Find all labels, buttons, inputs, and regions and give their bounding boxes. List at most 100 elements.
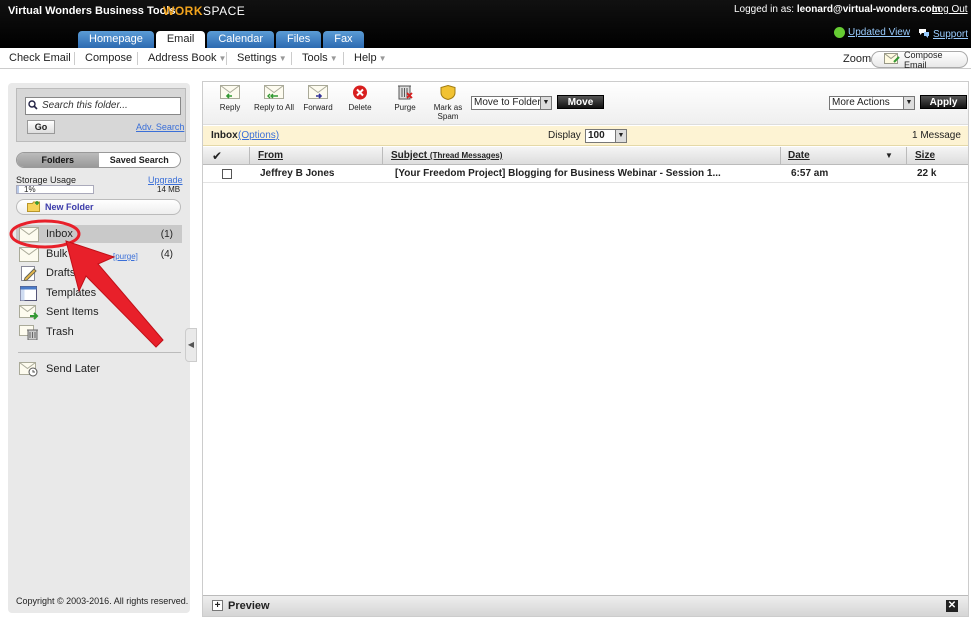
support-link[interactable]: Support — [918, 27, 968, 41]
inbox-count: (1) — [160, 228, 173, 240]
pencil-icon — [19, 265, 39, 282]
help-menu[interactable]: Help ▼ — [354, 52, 387, 64]
message-date: 6:57 am — [791, 168, 829, 179]
go-button[interactable]: Go — [27, 120, 55, 134]
folder-add-icon — [27, 200, 41, 214]
message-subject[interactable]: [Your Freedom Project] Blogging for Busi… — [395, 168, 721, 179]
bulk-mail-count: (4) — [160, 248, 173, 260]
forward-button[interactable]: Forward — [302, 85, 334, 112]
tab-calendar[interactable]: Calendar — [207, 31, 274, 48]
check-email-menu[interactable]: Check Email — [9, 52, 71, 64]
forward-icon — [308, 85, 328, 100]
folder-divider — [18, 352, 181, 353]
tab-fax[interactable]: Fax — [323, 31, 364, 48]
reply-button[interactable]: Reply — [217, 85, 243, 112]
folder-view-toggle: Folders Saved Search — [16, 152, 181, 168]
refresh-icon — [834, 27, 845, 38]
folder-item-trash[interactable]: Trash — [16, 323, 182, 341]
adv-search-link[interactable]: Adv. Search — [136, 122, 184, 132]
reply-all-button[interactable]: Reply to All — [252, 85, 296, 112]
folder-options-link[interactable]: (Options) — [238, 130, 279, 141]
settings-menu[interactable]: Settings ▼ — [237, 52, 287, 64]
tab-folders[interactable]: Folders — [17, 153, 99, 167]
purge-link[interactable]: [purge] — [113, 252, 138, 261]
upgrade-link[interactable]: Upgrade — [148, 175, 183, 185]
message-table-header: ✔ From Subject (Thread Messages) Date ▼ … — [203, 147, 968, 165]
compose-menu[interactable]: Compose — [85, 52, 132, 64]
checkmark-icon[interactable]: ✔ — [212, 149, 222, 163]
brand-title: Virtual Wonders Business Tools — [8, 5, 176, 17]
spam-shield-icon — [438, 84, 458, 101]
folder-item-templates[interactable]: Templates — [16, 284, 182, 302]
chevron-down-icon: ▼ — [278, 54, 287, 63]
folder-item-drafts[interactable]: Drafts — [16, 264, 182, 282]
storage-bar-fill — [17, 186, 19, 193]
expand-icon[interactable]: + — [212, 600, 223, 611]
folder-item-send-later[interactable]: Send Later — [16, 360, 182, 378]
chevron-down-icon: ▼ — [903, 97, 914, 109]
column-date[interactable]: Date — [788, 150, 810, 161]
column-from[interactable]: From — [258, 150, 283, 161]
current-folder-name: Inbox — [211, 130, 238, 141]
storage-percent: 1% — [24, 185, 36, 194]
logout-link[interactable]: Log Out — [932, 4, 968, 15]
message-count: 1 Message — [912, 130, 961, 141]
app-tabs: Homepage Email Calendar Files Fax — [78, 31, 366, 48]
search-input[interactable]: Search this folder... — [25, 97, 181, 115]
folder-item-sent-items[interactable]: Sent Items — [16, 303, 182, 321]
chevron-down-icon: ▼ — [540, 97, 551, 109]
more-actions-select[interactable]: More Actions ▼ — [829, 96, 915, 110]
chevron-down-icon: ▼ — [378, 54, 387, 63]
new-folder-button[interactable]: New Folder — [16, 199, 181, 215]
delete-icon — [350, 85, 370, 100]
chevron-down-icon: ▼ — [615, 130, 626, 142]
sidebar-collapse-handle[interactable]: ◀ — [185, 328, 197, 362]
tab-email[interactable]: Email — [155, 31, 206, 48]
folder-item-bulk-mail[interactable]: Bulk Mail (4) — [16, 245, 182, 263]
envelope-icon — [19, 226, 39, 242]
chevron-left-icon: ◀ — [187, 340, 195, 349]
move-to-folder-select[interactable]: Move to Folder ▼ — [471, 96, 552, 110]
column-subject[interactable]: Subject (Thread Messages) — [391, 150, 502, 161]
display-count-select[interactable]: 100 ▼ — [585, 129, 627, 143]
clock-envelope-icon — [19, 361, 39, 377]
tab-files[interactable]: Files — [275, 31, 322, 48]
logged-in-info: Logged in as: leonard@virtual-wonders.co… — [734, 4, 941, 15]
top-header: Virtual Wonders Business Tools WORKSPACE… — [0, 0, 971, 48]
tab-homepage[interactable]: Homepage — [78, 31, 154, 48]
message-from: Jeffrey B Jones — [260, 168, 335, 179]
purge-button[interactable]: Purge — [393, 85, 417, 112]
copyright-text: Copyright © 2003-2016. All rights reserv… — [16, 596, 189, 606]
search-icon — [28, 100, 38, 110]
envelope-arrow-icon — [19, 304, 39, 320]
compose-icon — [884, 53, 900, 66]
chevron-down-icon: ▼ — [329, 54, 338, 63]
storage-usage-label: Storage Usage — [16, 175, 77, 185]
close-icon[interactable]: ✕ — [946, 600, 958, 612]
updated-view-link[interactable]: Updated View — [834, 27, 910, 38]
delete-button[interactable]: Delete — [348, 85, 372, 112]
preview-label: Preview — [228, 600, 270, 612]
move-button[interactable]: Move — [557, 95, 604, 109]
column-size[interactable]: Size — [915, 150, 935, 161]
address-book-menu[interactable]: Address Book ▼ — [148, 52, 226, 64]
workspace-logo: WORKSPACE — [163, 4, 246, 18]
display-label: Display — [548, 130, 581, 141]
tab-saved-search[interactable]: Saved Search — [99, 153, 181, 167]
apply-button[interactable]: Apply — [920, 95, 967, 109]
row-checkbox[interactable] — [222, 169, 232, 179]
mark-as-spam-button[interactable]: Mark as Spam — [433, 84, 463, 121]
tools-menu[interactable]: Tools ▼ — [302, 52, 338, 64]
thread-messages-link[interactable]: (Thread Messages) — [430, 151, 502, 160]
reply-all-icon — [264, 85, 284, 100]
table-row[interactable]: Jeffrey B Jones [Your Freedom Project] B… — [203, 165, 968, 183]
compose-email-button[interactable]: Compose Email — [871, 50, 968, 70]
zoom-label[interactable]: Zoom — [843, 53, 871, 65]
envelope-icon — [19, 246, 39, 262]
support-icon — [918, 27, 930, 41]
reply-icon — [220, 85, 240, 100]
sort-desc-icon: ▼ — [885, 151, 893, 160]
folder-item-inbox[interactable]: Inbox (1) — [16, 225, 182, 243]
preview-bar: + Preview ✕ — [203, 595, 968, 616]
menu-bar: Check Email Compose Address Book ▼ Settin… — [0, 48, 971, 69]
